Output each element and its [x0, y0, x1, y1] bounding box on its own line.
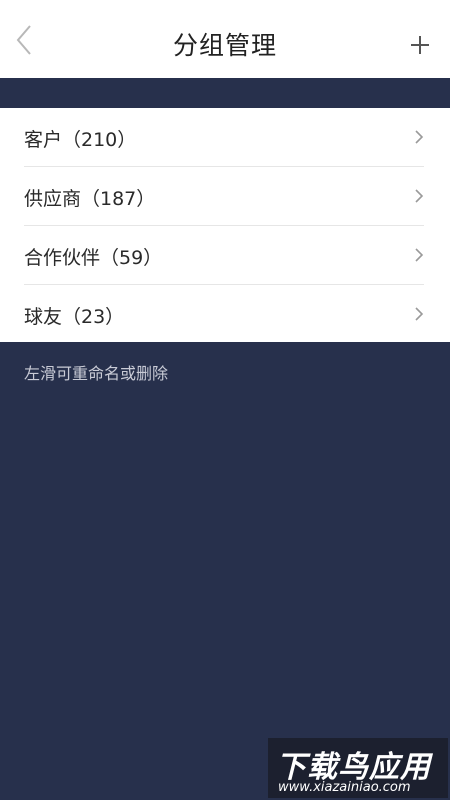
plus-icon	[411, 36, 429, 54]
chevron-right-icon	[415, 307, 424, 321]
group-list: 客户（210） 供应商（187） 合作伙伴（59） 球友（23）	[0, 108, 450, 342]
swipe-hint: 左滑可重命名或删除	[24, 364, 169, 383]
watermark-url: www.xiazainiao.com	[278, 780, 411, 795]
group-row-suppliers[interactable]: 供应商（187）	[24, 167, 424, 226]
chevron-right-icon	[415, 130, 424, 144]
header-separator-band	[0, 78, 450, 108]
site-watermark: 下载鸟应用 www.xiazainiao.com	[268, 738, 448, 798]
group-row-partners[interactable]: 合作伙伴（59）	[24, 226, 424, 285]
group-label: 合作伙伴（59）	[24, 247, 163, 269]
group-label: 客户（210）	[24, 129, 137, 151]
group-row-ball-friends[interactable]: 球友（23）	[24, 285, 424, 343]
group-label: 供应商（187）	[24, 188, 156, 210]
group-row-customers[interactable]: 客户（210）	[24, 108, 424, 167]
group-label: 球友（23）	[24, 306, 125, 328]
add-group-button[interactable]	[408, 33, 432, 57]
header-bar: 分组管理	[0, 0, 450, 78]
page-title: 分组管理	[172, 31, 277, 60]
chevron-right-icon	[415, 189, 424, 203]
chevron-right-icon	[415, 248, 424, 262]
